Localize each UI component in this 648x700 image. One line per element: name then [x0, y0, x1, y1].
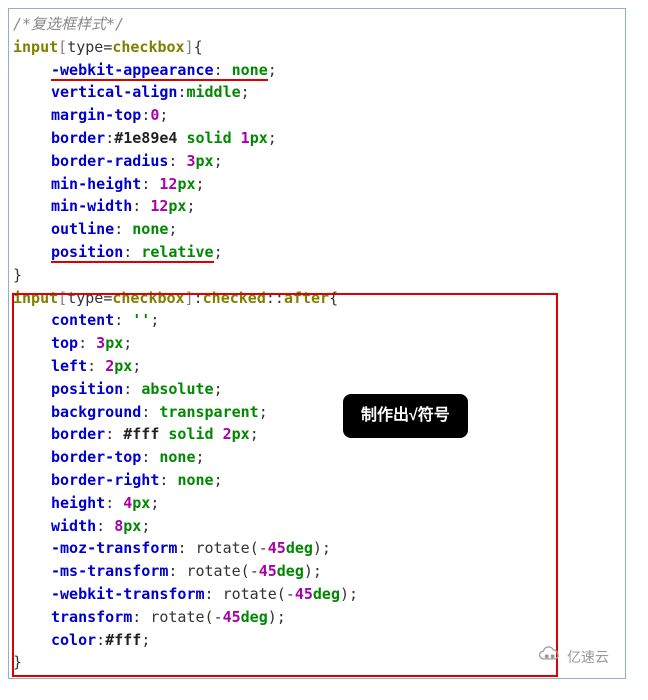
decl: border-top: none;	[13, 446, 621, 469]
selector-line-1: input[type=checkbox]{	[13, 36, 621, 59]
decl: margin-top:0;	[13, 104, 621, 127]
brace-close: }	[13, 651, 621, 674]
selector-line-2: input[type=checkbox]:checked::after{	[13, 287, 621, 310]
decl: border:#1e89e4 solid 1px;	[13, 127, 621, 150]
decl: content: '';	[13, 309, 621, 332]
decl: -ms-transform: rotate(-45deg);	[13, 560, 621, 583]
decl: min-width: 12px;	[13, 195, 621, 218]
comment-line: /*复选框样式*/	[13, 13, 621, 36]
decl: transform: rotate(-45deg);	[13, 606, 621, 629]
watermark-text: 亿速云	[567, 647, 609, 668]
decl: position: relative;	[13, 241, 621, 264]
decl: -webkit-transform: rotate(-45deg);	[13, 583, 621, 606]
decl: -webkit-appearance: none;	[13, 59, 621, 82]
watermark: 亿速云	[537, 646, 609, 670]
decl: vertical-align:middle;	[13, 81, 621, 104]
annotation-callout: 制作出√符号	[343, 394, 468, 438]
cloud-icon	[537, 646, 563, 670]
decl: position: absolute;	[13, 378, 621, 401]
decl: min-height: 12px;	[13, 173, 621, 196]
decl: border-radius: 3px;	[13, 150, 621, 173]
decl: border: #fff solid 2px;	[13, 423, 621, 446]
decl: left: 2px;	[13, 355, 621, 378]
decl: top: 3px;	[13, 332, 621, 355]
decl: -moz-transform: rotate(-45deg);	[13, 537, 621, 560]
brace-close: }	[13, 264, 621, 287]
decl: width: 8px;	[13, 515, 621, 538]
decl: outline: none;	[13, 218, 621, 241]
code-block: /*复选框样式*/ input[type=checkbox]{ -webkit-…	[8, 8, 626, 679]
decl: border-right: none;	[13, 469, 621, 492]
decl: color:#fff;	[13, 629, 621, 652]
decl: background: transparent;	[13, 401, 621, 424]
decl: height: 4px;	[13, 492, 621, 515]
